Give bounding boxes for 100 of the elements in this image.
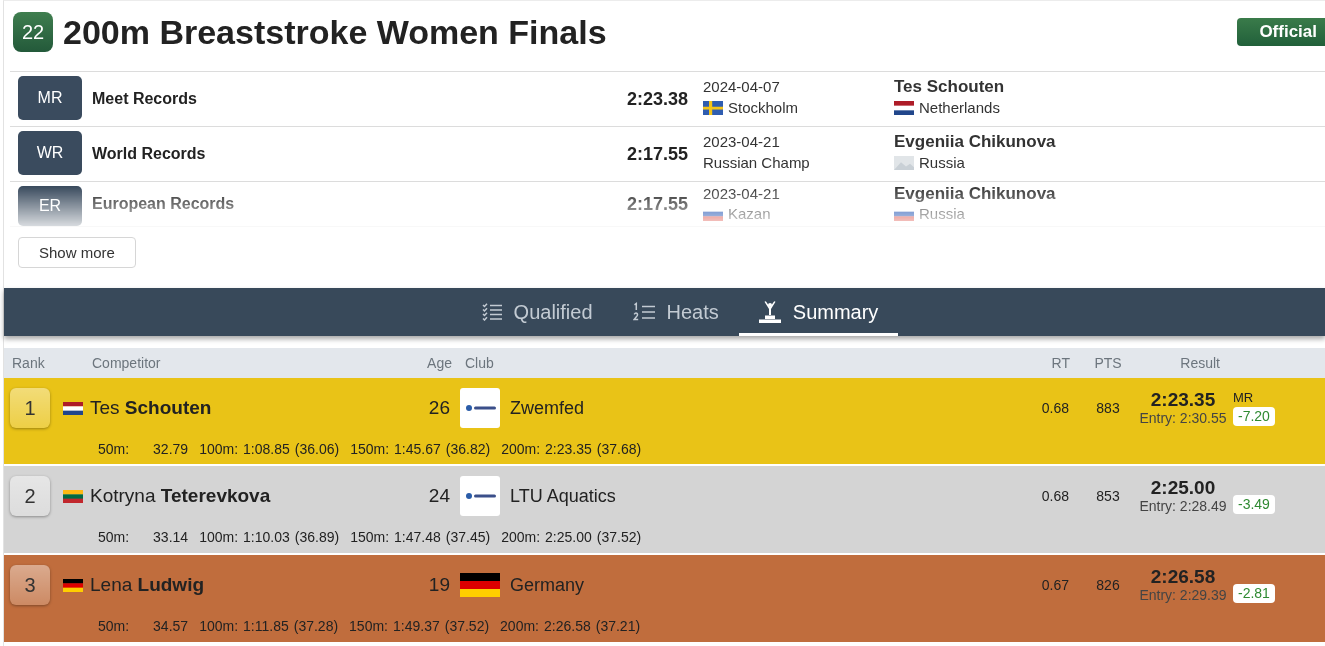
points: 853	[1095, 486, 1121, 506]
record-country: Netherlands	[919, 98, 1000, 118]
entry-time: Entry: 2:29.39	[1139, 587, 1227, 604]
record-code-badge: ER	[18, 186, 82, 226]
record-time: 2:17.55	[626, 192, 688, 216]
record-date: 2024-04-07	[703, 77, 780, 97]
record-name: European Records	[91, 194, 235, 214]
lap-time: (36.82)	[445, 440, 491, 459]
tab[interactable]: Qualified	[461, 288, 613, 336]
lap-time: (37.52)	[444, 617, 490, 636]
split-distance: 150m:	[349, 617, 388, 636]
column-header: Age	[426, 353, 452, 373]
record-name: Meet Records	[91, 89, 197, 109]
competitor-name: Tes Schouten	[90, 395, 213, 420]
club-logo-icon	[460, 476, 500, 516]
image-placeholder-icon	[894, 155, 914, 170]
column-header: Club	[465, 353, 495, 373]
column-header: PTS	[1093, 353, 1123, 373]
lap-time: (37.45)	[445, 528, 491, 547]
competitor-age: 24	[427, 483, 450, 508]
lap-time: (37.21)	[595, 617, 641, 636]
column-header: RT	[1050, 353, 1070, 373]
record-place: Stockholm	[728, 98, 799, 118]
time-difference-badge: -3.49	[1233, 495, 1275, 514]
checklist-icon	[481, 303, 502, 321]
sweden-flag-icon	[703, 100, 723, 115]
time-difference-badge: -2.81	[1233, 584, 1275, 603]
split-distance: 50m:	[98, 528, 130, 547]
split-distance: 200m:	[501, 528, 541, 547]
tab[interactable]: Heats	[612, 288, 739, 336]
record-date: 2023-04-21	[703, 132, 780, 152]
club-logo-icon	[460, 388, 500, 428]
record-code-badge: MR	[18, 76, 82, 120]
split-distance: 50m:	[98, 617, 130, 636]
netherlands-flag-icon	[894, 100, 914, 115]
split-time: 33.14	[152, 528, 189, 547]
split-time: 1:11.85	[243, 617, 289, 636]
rank-badge: 3	[10, 565, 50, 605]
reaction-time: 0.68	[1040, 398, 1069, 418]
record-holder: Tes Schouten	[894, 76, 1005, 97]
column-header: Result	[1179, 353, 1220, 373]
split-time: 1:10.03	[243, 528, 290, 547]
status-badge: Official	[1237, 18, 1325, 46]
split-distance: 100m:	[199, 440, 239, 459]
netherlands-flag-icon	[63, 401, 83, 415]
split-distance: 100m:	[199, 617, 239, 636]
germany-flag-icon	[460, 573, 500, 597]
split-distance: 200m:	[500, 617, 539, 636]
split-distance: 100m:	[199, 528, 239, 547]
record-country: Russia	[919, 204, 965, 224]
split-time: 2:23.35	[545, 440, 592, 459]
split-time: 1:49.37	[393, 617, 440, 636]
club-name: LTU Aquatics	[510, 484, 617, 508]
record-code-badge: WR	[18, 131, 82, 175]
club-name: Zwemfed	[510, 396, 586, 420]
event-number-badge: 22	[13, 12, 53, 52]
split-time: 2:26.58	[544, 617, 591, 636]
record-time: 2:23.38	[626, 87, 688, 111]
split-time: 34.57	[152, 617, 189, 636]
lap-time: (36.06)	[294, 440, 340, 459]
germany-flag-icon	[63, 578, 83, 592]
column-header: Rank	[11, 353, 46, 373]
result-time: 2:23.35	[1150, 389, 1216, 410]
split-distance: 150m:	[350, 440, 390, 459]
record-place: Kazan	[728, 204, 771, 224]
result-time: 2:25.00	[1150, 477, 1216, 498]
competitor-name: Lena Ludwig	[90, 572, 206, 597]
split-time: 1:08.85	[243, 440, 290, 459]
entry-time: Entry: 2:28.49	[1139, 498, 1227, 515]
lap-time: (36.89)	[294, 528, 340, 547]
record-place: Russian Champ	[703, 153, 810, 173]
numbered-list-icon	[632, 302, 655, 322]
split-time: 2:25.00	[545, 528, 592, 547]
club-name: Germany	[510, 573, 586, 597]
tab[interactable]: Summary	[738, 288, 899, 336]
event-title: 200m Breaststroke Women Finals	[63, 12, 607, 52]
record-mark: MR	[1233, 390, 1254, 405]
split-distance: 150m:	[350, 528, 390, 547]
record-name: World Records	[91, 144, 206, 164]
points: 883	[1095, 398, 1121, 418]
column-header: Competitor	[92, 353, 162, 373]
lap-time: (37.68)	[596, 440, 642, 459]
lap-time: (37.52)	[596, 528, 642, 547]
competitor-age: 19	[427, 572, 450, 597]
split-time: 1:45.67	[394, 440, 441, 459]
competitor-age: 26	[427, 395, 450, 420]
show-more-button[interactable]: Show more	[18, 237, 136, 268]
record-holder: Evgeniia Chikunova	[894, 131, 1056, 152]
record-date: 2023-04-21	[703, 184, 780, 204]
entry-time: Entry: 2:30.55	[1139, 410, 1227, 427]
split-time: 1:47.48	[394, 528, 441, 547]
lap-time: (37.28)	[293, 617, 339, 636]
split-distance: 50m:	[98, 440, 130, 459]
result-time: 2:26.58	[1150, 566, 1216, 587]
time-difference-badge: -7.20	[1233, 407, 1275, 426]
split-distance: 200m:	[501, 440, 541, 459]
record-time: 2:17.55	[626, 142, 688, 166]
lithuania-flag-icon	[63, 489, 83, 503]
podium-icon	[758, 301, 781, 323]
reaction-time: 0.67	[1040, 575, 1069, 595]
